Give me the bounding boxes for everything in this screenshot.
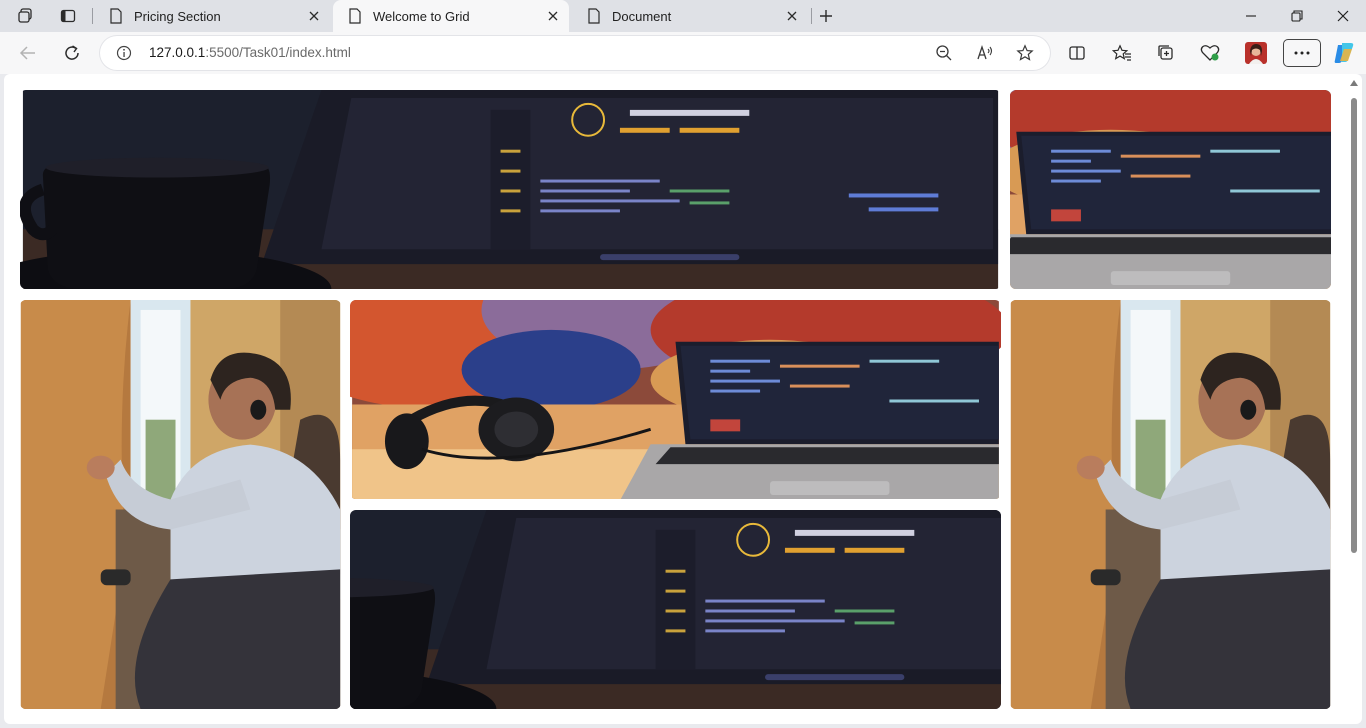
close-tab-icon[interactable] [545, 8, 561, 24]
gallery-image-man-window [1010, 300, 1331, 709]
copilot-icon[interactable] [1328, 37, 1360, 69]
collections-icon[interactable] [1150, 37, 1182, 69]
gallery-image-man-window [20, 300, 341, 709]
gallery-image-coffee-laptop [20, 90, 1001, 289]
man-window-image [1010, 300, 1331, 709]
restore-icon[interactable] [1274, 0, 1320, 32]
gallery-image-headphones-laptop [350, 300, 1001, 499]
url-host: 127.0.0.1 [149, 45, 206, 60]
gallery-image-headphones-laptop [1010, 90, 1331, 289]
close-tab-icon[interactable] [306, 8, 322, 24]
scrollbar-thumb[interactable] [1351, 98, 1357, 553]
gallery-image-coffee-laptop [350, 510, 1001, 709]
toolbar: 127.0.0.1:5500/Task01/index.html [0, 32, 1366, 74]
tab-document[interactable]: Document [572, 0, 808, 32]
plus-icon[interactable] [812, 4, 840, 28]
man-window-image [20, 300, 341, 709]
split-screen-icon[interactable] [1061, 37, 1093, 69]
info-icon[interactable] [116, 45, 132, 61]
document-icon [586, 8, 602, 24]
laptop-code-image [20, 90, 1001, 289]
headphones-laptop-image [350, 300, 1001, 499]
zoom-out-icon[interactable] [932, 41, 956, 65]
minimize-icon[interactable] [1228, 0, 1274, 32]
url-text[interactable]: 127.0.0.1:5500/Task01/index.html [149, 45, 351, 60]
browser-essentials-icon[interactable] [1194, 37, 1226, 69]
vertical-scrollbar[interactable] [1347, 80, 1359, 719]
document-icon [347, 8, 363, 24]
star-icon[interactable] [1013, 41, 1037, 65]
tab-title: Welcome to Grid [373, 8, 470, 24]
back-arrow-icon[interactable] [12, 37, 44, 69]
tab-actions-icon[interactable] [54, 4, 82, 28]
close-icon[interactable] [1320, 0, 1366, 32]
url-path: :5500/Task01/index.html [205, 45, 351, 60]
tab-title: Pricing Section [134, 8, 221, 24]
headphones-laptop-image [1010, 90, 1331, 289]
profile-avatar[interactable] [1240, 37, 1272, 69]
document-icon [108, 8, 124, 24]
laptop-code-image [350, 510, 1001, 709]
tab-title: Document [612, 8, 672, 24]
refresh-icon[interactable] [56, 37, 88, 69]
tab-strip: Pricing Section Welcome to Grid Document [0, 0, 1366, 32]
address-bar[interactable]: 127.0.0.1:5500/Task01/index.html [100, 36, 1050, 70]
favorites-icon[interactable] [1106, 37, 1138, 69]
tab-welcome-to-grid[interactable]: Welcome to Grid [333, 0, 569, 32]
page-viewport [4, 74, 1362, 724]
tab-pricing-section[interactable]: Pricing Section [94, 0, 330, 32]
more-icon[interactable] [1283, 39, 1321, 67]
scroll-up-arrow-icon[interactable] [1350, 80, 1358, 86]
tab-separator [92, 8, 93, 24]
read-aloud-icon[interactable] [973, 41, 997, 65]
workspaces-icon[interactable] [12, 4, 40, 28]
close-tab-icon[interactable] [784, 8, 800, 24]
